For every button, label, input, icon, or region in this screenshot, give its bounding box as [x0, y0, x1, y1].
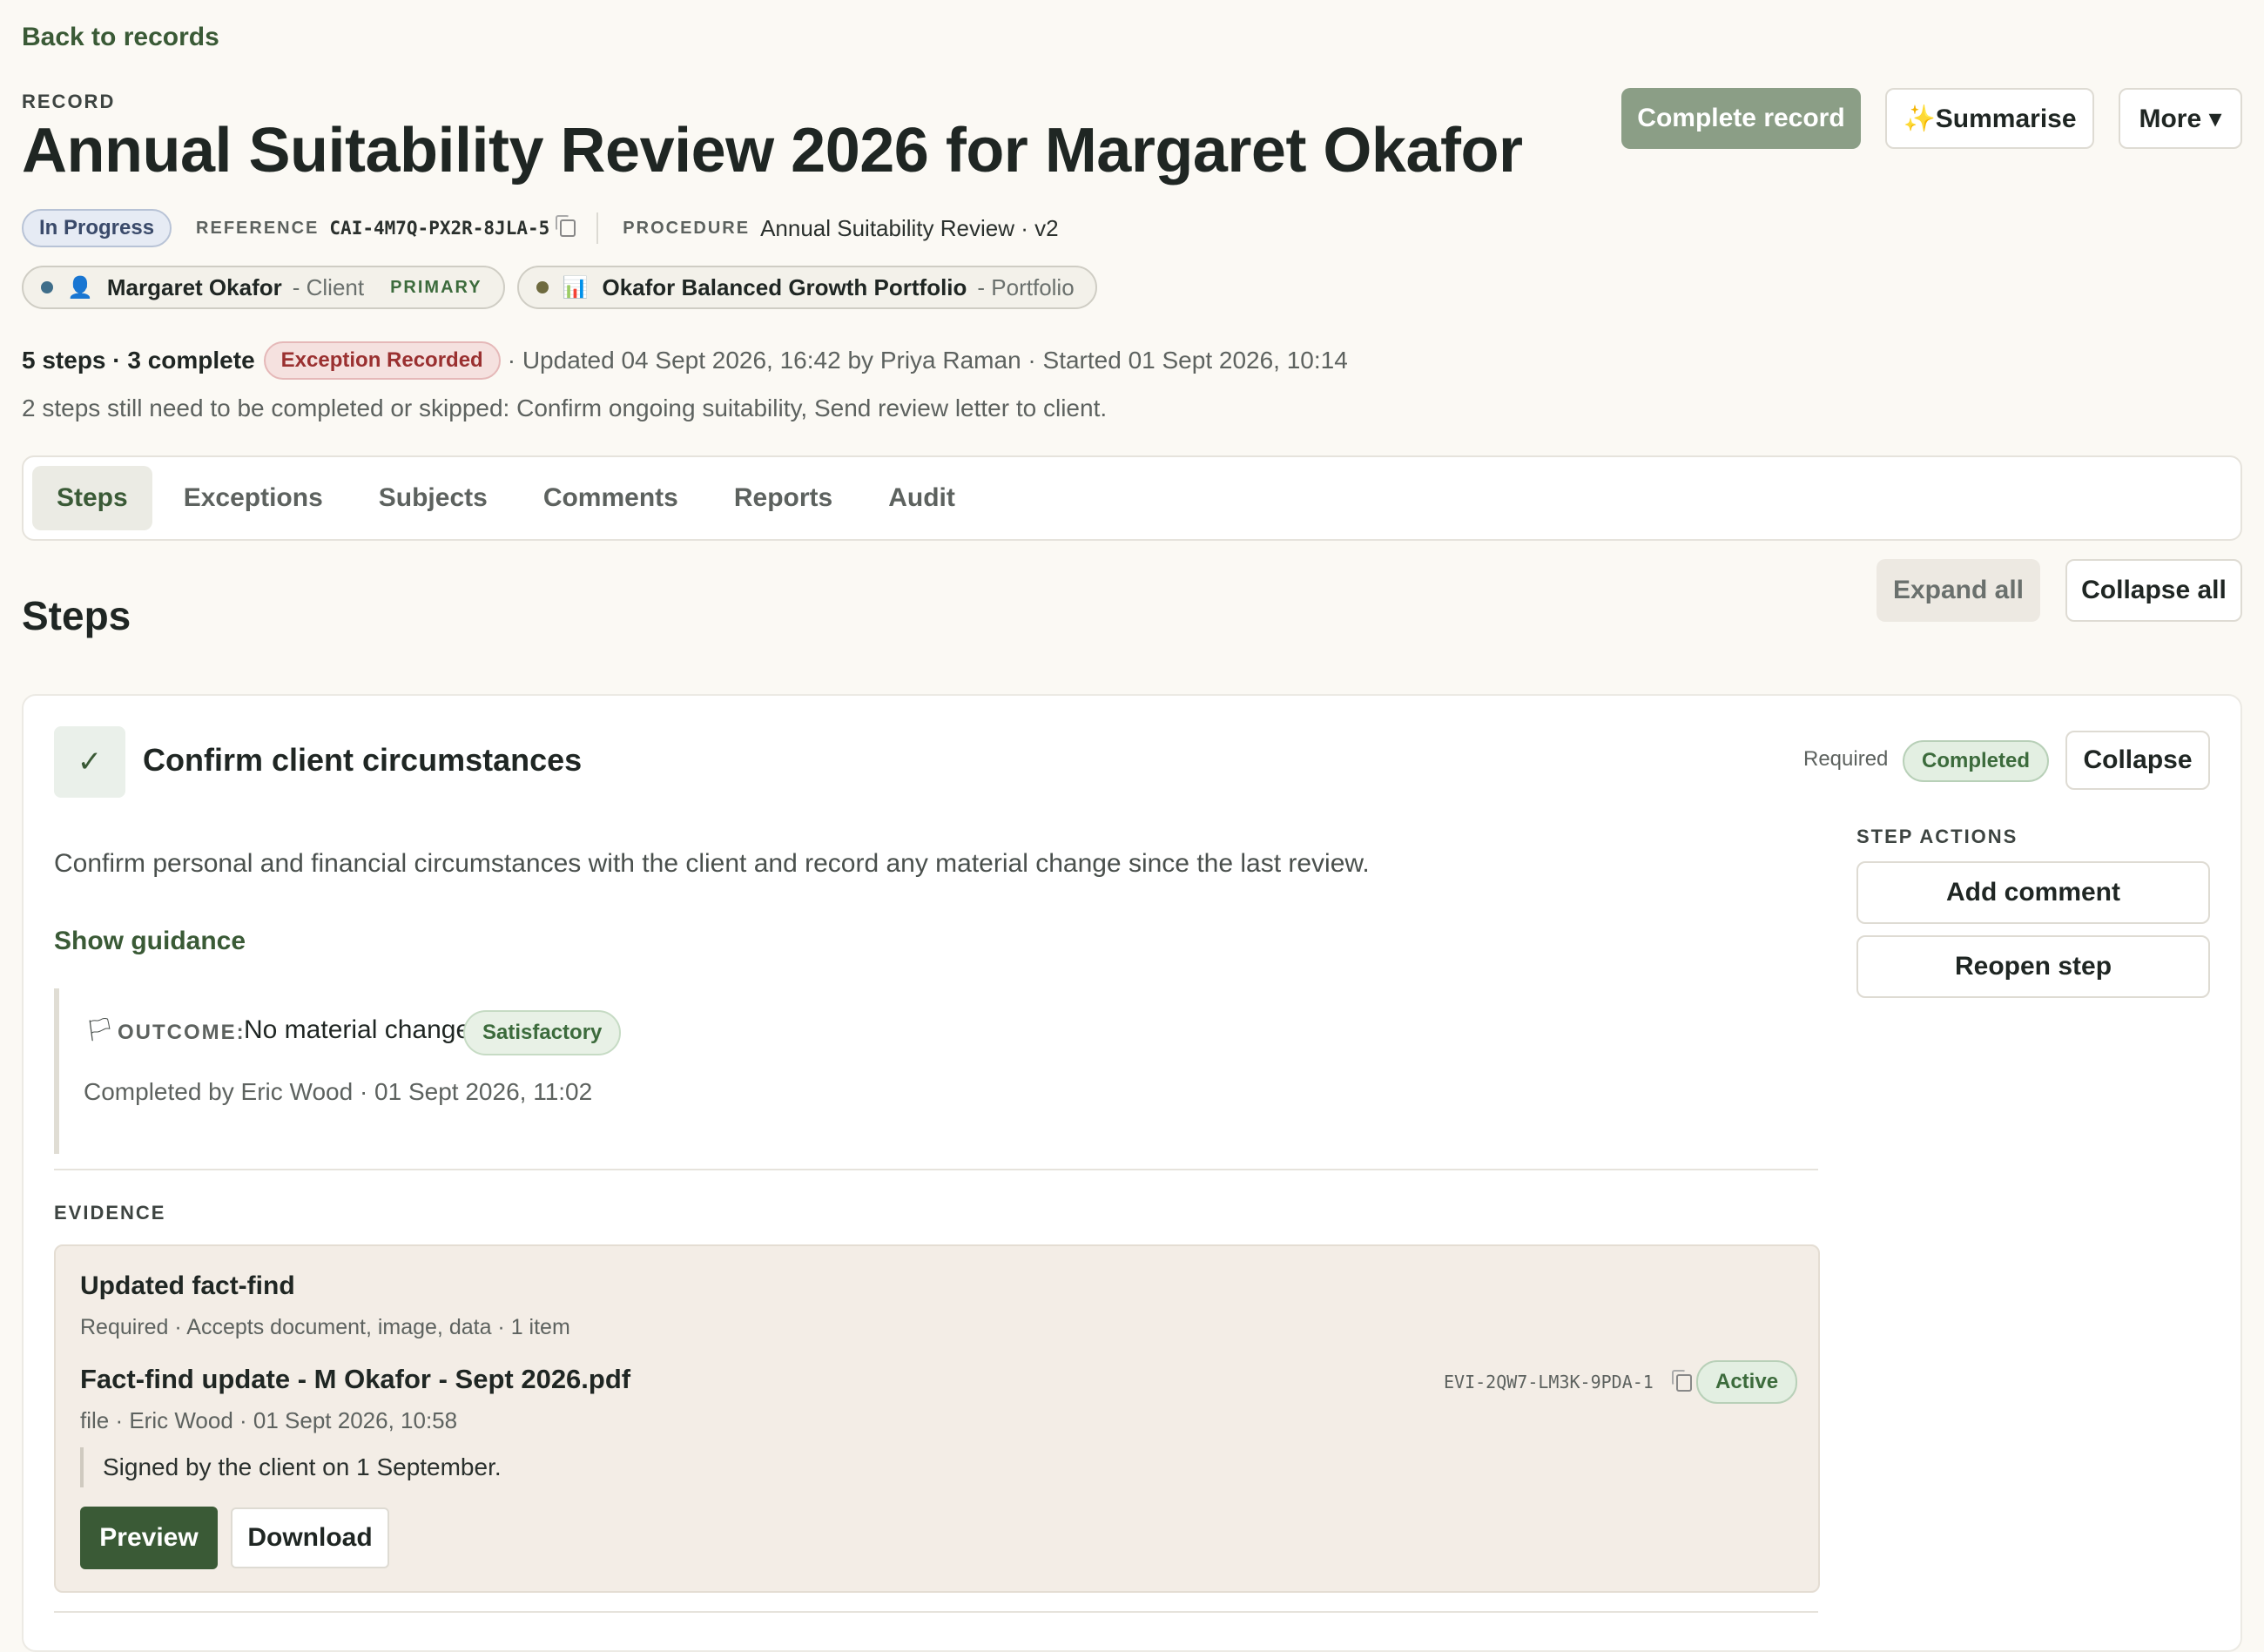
divider — [54, 1169, 1818, 1170]
completed-by-text: Completed by Eric Wood · 01 Sept 2026, 1… — [84, 1078, 593, 1105]
primary-badge: PRIMARY — [390, 277, 482, 297]
divider — [596, 212, 599, 244]
copy-icon[interactable] — [556, 215, 576, 237]
record-meta-row: In Progress REFERENCE CAI-4M7Q-PX2R-8JLA… — [22, 207, 1059, 249]
divider — [54, 1611, 1818, 1613]
procedure-label: PROCEDURE — [623, 218, 751, 238]
tab-reports[interactable]: Reports — [710, 466, 857, 530]
subject-name: Margaret Okafor — [106, 273, 282, 300]
back-to-records-link[interactable]: Back to records — [22, 23, 219, 52]
flag-icon: 🏳 — [85, 1016, 115, 1042]
copy-icon[interactable] — [1672, 1370, 1692, 1392]
evidence-label: EVIDENCE — [54, 1202, 166, 1224]
reference-label: REFERENCE — [196, 218, 320, 238]
evidence-title: Updated fact-find — [80, 1271, 295, 1300]
outcome-block — [54, 988, 1823, 1154]
steps-heading: Steps — [22, 593, 131, 638]
evidence-status-badge: Active — [1696, 1360, 1798, 1404]
subject-role: - Client — [292, 273, 365, 300]
complete-record-button[interactable]: Complete record — [1621, 88, 1861, 149]
status-dot — [536, 281, 549, 293]
subject-chip-portfolio[interactable]: 📊 Okafor Balanced Growth Portfolio - Por… — [516, 266, 1097, 309]
preview-button[interactable]: Preview — [80, 1507, 218, 1569]
tab-audit[interactable]: Audit — [864, 466, 980, 530]
add-comment-button[interactable]: Add comment — [1856, 861, 2210, 924]
outcome-value: No material change — [244, 1015, 471, 1044]
show-guidance-link[interactable]: Show guidance — [54, 927, 246, 956]
evidence-id: EVI-2QW7-LM3K-9PDA-1 — [1444, 1372, 1654, 1392]
updated-meta: · Updated 04 Sept 2026, 16:42 by Priya R… — [507, 347, 1348, 374]
download-button[interactable]: Download — [231, 1507, 389, 1568]
subject-role: - Portfolio — [977, 273, 1075, 300]
outcome-badge: Satisfactory — [463, 1010, 622, 1055]
more-menu-button[interactable]: More ▾ — [2119, 88, 2242, 149]
page-title: Annual Suitability Review 2026 for Marga… — [22, 116, 1523, 185]
exception-badge: Exception Recorded — [263, 341, 501, 380]
tab-subjects[interactable]: Subjects — [354, 466, 512, 530]
check-icon: ✓ — [54, 726, 125, 798]
expand-all-button[interactable]: Expand all — [1877, 559, 2040, 622]
subject-chip-client[interactable]: 👤 Margaret Okafor - Client PRIMARY — [22, 266, 505, 309]
step-title: Confirm client circumstances — [143, 742, 583, 778]
tab-steps[interactable]: Steps — [32, 466, 152, 530]
tab-comments[interactable]: Comments — [519, 466, 703, 530]
step-description: Confirm personal and financial circumsta… — [54, 849, 1370, 878]
required-label: Required — [1803, 747, 1889, 771]
step-status-badge: Completed — [1903, 740, 2050, 782]
outcome-label: OUTCOME: — [118, 1021, 246, 1044]
file-name: Fact-find update - M Okafor - Sept 2026.… — [80, 1364, 631, 1394]
evidence-meta: Required · Accepts document, image, data… — [80, 1315, 570, 1339]
subject-name: Okafor Balanced Growth Portfolio — [602, 273, 967, 300]
collapse-step-button[interactable]: Collapse — [2065, 731, 2210, 790]
step-counts: 5 steps · 3 complete — [22, 347, 255, 374]
status-dot — [41, 281, 53, 293]
step-actions-label: STEP ACTIONS — [1856, 826, 2018, 847]
summarise-button[interactable]: ✨Summarise — [1885, 88, 2094, 149]
status-badge: In Progress — [22, 209, 172, 247]
file-meta: file · Eric Wood · 01 Sept 2026, 10:58 — [80, 1407, 458, 1433]
record-tabs: Steps Exceptions Subjects Comments Repor… — [22, 455, 2242, 541]
chart-icon: 📊 — [562, 275, 589, 300]
record-eyebrow: RECORD — [22, 91, 116, 112]
procedure-value: Annual Suitability Review · v2 — [760, 214, 1059, 241]
evidence-note: Signed by the client on 1 September. — [80, 1447, 502, 1487]
tab-exceptions[interactable]: Exceptions — [159, 466, 347, 530]
reopen-step-button[interactable]: Reopen step — [1856, 935, 2210, 998]
person-icon: 👤 — [67, 275, 93, 300]
pending-steps-text: 2 steps still need to be completed or sk… — [22, 394, 1108, 421]
reference-value: CAI-4M7Q-PX2R-8JLA-5 — [329, 218, 550, 239]
progress-summary: 5 steps · 3 complete Exception Recorded … — [22, 341, 1348, 380]
collapse-all-button[interactable]: Collapse all — [2065, 559, 2242, 622]
subject-chips: 👤 Margaret Okafor - Client PRIMARY 📊 Oka… — [22, 266, 1097, 309]
